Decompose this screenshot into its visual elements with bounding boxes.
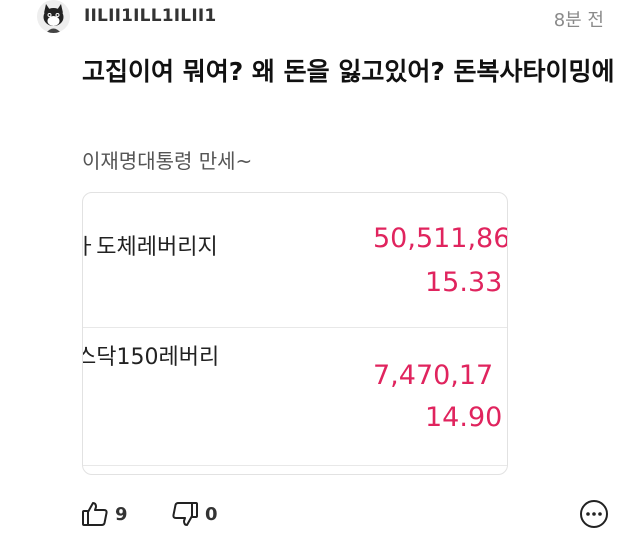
like-button[interactable]: 9 — [80, 496, 128, 532]
row-divider — [83, 465, 507, 466]
comment-header: IILII1ILL1ILII1 8분 전 — [37, 0, 617, 38]
dislike-count: 0 — [205, 503, 218, 525]
comment-title: 고집이여 뭐여? 왜 돈을 잃고있어? 돈복사타이밍에 — [82, 57, 615, 86]
thumbs-down-icon — [170, 499, 200, 529]
holding-name: 스닥150레버리 — [83, 345, 220, 370]
holding-row: 스닥150레버리 7,470,17 14.90 — [83, 328, 507, 474]
thumbs-up-icon — [80, 499, 110, 529]
comment-actions: 9 0 — [80, 496, 610, 532]
holding-value: 50,511,86 — [373, 223, 508, 254]
holding-row: ㅏ도체레버리지 50,511,86 15.33 — [83, 193, 508, 328]
holding-rate: 15.33 — [425, 267, 503, 298]
more-options-icon — [578, 500, 610, 533]
comment-body: 이재명대통령 만세~ — [82, 149, 253, 173]
like-count: 9 — [115, 503, 128, 525]
timestamp: 8분 전 — [553, 10, 604, 31]
holding-rate: 14.90 — [425, 402, 503, 433]
avatar[interactable] — [37, 0, 70, 33]
holding-name: ㅏ도체레버리지 — [83, 235, 218, 260]
dislike-button[interactable]: 0 — [170, 496, 218, 532]
attached-image[interactable]: ㅏ도체레버리지 50,511,86 15.33 스닥150레버리 7,470,1… — [82, 192, 508, 475]
attached-image-content: ㅏ도체레버리지 50,511,86 15.33 스닥150레버리 7,470,1… — [83, 193, 508, 474]
holding-value: 7,470,17 — [373, 360, 494, 391]
username[interactable]: IILII1ILL1ILII1 — [84, 6, 216, 26]
more-options-button[interactable] — [578, 498, 610, 530]
